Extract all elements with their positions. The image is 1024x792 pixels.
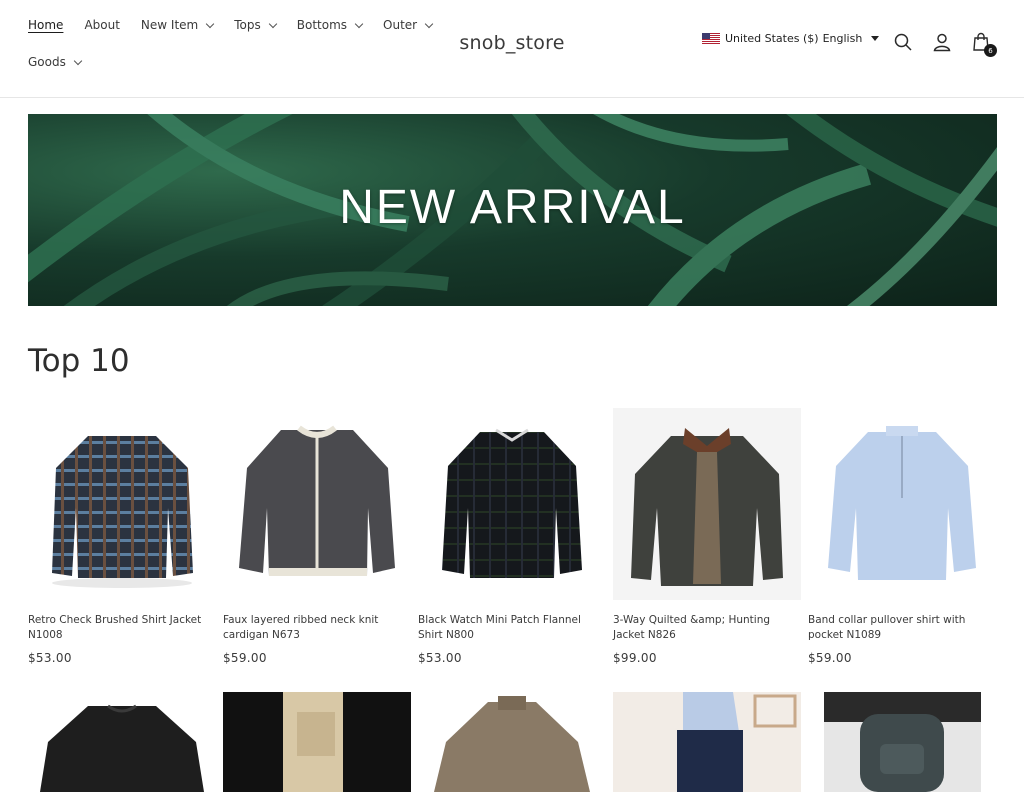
- nav-new-item-label: New Item: [140, 18, 199, 32]
- cargo-pants-photo: [223, 692, 411, 792]
- knit-cardigan-image: [239, 425, 395, 576]
- locale-selector[interactable]: United States ($) English: [702, 32, 880, 45]
- wide-pants-photo: [613, 692, 801, 792]
- store-name[interactable]: snob_store: [459, 32, 564, 54]
- nav-home[interactable]: Home: [28, 18, 63, 32]
- nav-tops-label: Tops: [234, 18, 261, 32]
- site-header: Home About New Item Tops Bottoms Outer G…: [0, 0, 1024, 98]
- chevron-down-icon: [424, 19, 434, 28]
- backpack-photo: [824, 692, 981, 792]
- product-name[interactable]: Retro Check Brushed Shirt Jacket N1008: [28, 613, 216, 643]
- chevron-down-icon: [268, 19, 277, 28]
- product-price: $59.00: [808, 651, 852, 665]
- search-icon: [894, 33, 912, 51]
- product-name[interactable]: Faux layered ribbed neck knit cardigan N…: [223, 613, 411, 643]
- product-card[interactable]: Retro Check Brushed Shirt Jacket N1008 $…: [28, 408, 216, 665]
- puffer-jacket-image: [40, 704, 204, 792]
- product-card[interactable]: 3-Way Quilted &amp; Hunting Jacket N826 …: [613, 408, 801, 665]
- section-title: Top 10: [28, 343, 130, 379]
- nav-home-label: Home: [28, 18, 64, 32]
- chevron-down-icon: [205, 19, 215, 28]
- product-card[interactable]: Band collar pullover shirt with pocket N…: [808, 408, 996, 665]
- product-image[interactable]: [28, 692, 216, 792]
- product-image[interactable]: [418, 408, 606, 600]
- language-label: English: [822, 32, 863, 45]
- product-price: $53.00: [418, 651, 462, 665]
- product-image[interactable]: [28, 408, 216, 600]
- user-icon: [933, 33, 951, 52]
- banner-title: NEW ARRIVAL: [339, 181, 686, 234]
- nav-outer-label: Outer: [383, 18, 418, 32]
- nav-bottoms-label: Bottoms: [296, 18, 348, 32]
- cart-button[interactable]: 6: [970, 31, 997, 57]
- product-image[interactable]: [418, 692, 606, 792]
- chevron-down-icon: [73, 56, 83, 65]
- nav-outer[interactable]: Outer: [383, 18, 434, 32]
- product-price: $53.00: [28, 651, 72, 665]
- nav-tops[interactable]: Tops: [234, 18, 277, 32]
- nav-about-label: About: [84, 18, 120, 32]
- product-name[interactable]: Band collar pullover shirt with pocket N…: [808, 613, 996, 643]
- us-flag-icon: [702, 32, 720, 45]
- hero-banner[interactable]: NEW ARRIVAL: [28, 114, 997, 306]
- nav-goods-label: Goods: [28, 55, 66, 69]
- stand-collar-jacket-image: [434, 696, 590, 792]
- product-image[interactable]: [223, 692, 411, 792]
- product-card[interactable]: Faux layered ribbed neck knit cardigan N…: [223, 408, 411, 665]
- product-name[interactable]: 3-Way Quilted &amp; Hunting Jacket N826: [613, 613, 801, 643]
- product-card[interactable]: Black Watch Mini Patch Flannel Shirt N80…: [418, 408, 606, 665]
- caret-down-icon: [871, 36, 880, 41]
- quilted-jacket-image: [631, 428, 783, 586]
- flannel-shirt-image: [442, 428, 582, 578]
- search-button[interactable]: [892, 31, 914, 53]
- nav-new-item[interactable]: New Item: [140, 18, 215, 32]
- product-image[interactable]: [613, 408, 801, 600]
- chevron-down-icon: [354, 19, 364, 28]
- band-collar-shirt-image: [828, 426, 976, 580]
- product-image[interactable]: [808, 408, 996, 600]
- nav-bottoms[interactable]: Bottoms: [296, 18, 364, 32]
- product-image[interactable]: [613, 692, 801, 792]
- country-label: United States ($): [725, 32, 819, 45]
- product-image[interactable]: [223, 408, 411, 600]
- nav-row-2: Goods: [28, 51, 428, 73]
- plaid-shirt-image: [52, 436, 193, 588]
- product-image[interactable]: [824, 692, 981, 792]
- product-price: $59.00: [223, 651, 267, 665]
- nav-goods[interactable]: Goods: [28, 55, 83, 69]
- cart-count-badge: 6: [984, 44, 997, 57]
- product-price: $99.00: [613, 651, 657, 665]
- nav-about[interactable]: About: [84, 18, 119, 32]
- product-name[interactable]: Black Watch Mini Patch Flannel Shirt N80…: [418, 613, 606, 643]
- account-button[interactable]: [931, 31, 953, 53]
